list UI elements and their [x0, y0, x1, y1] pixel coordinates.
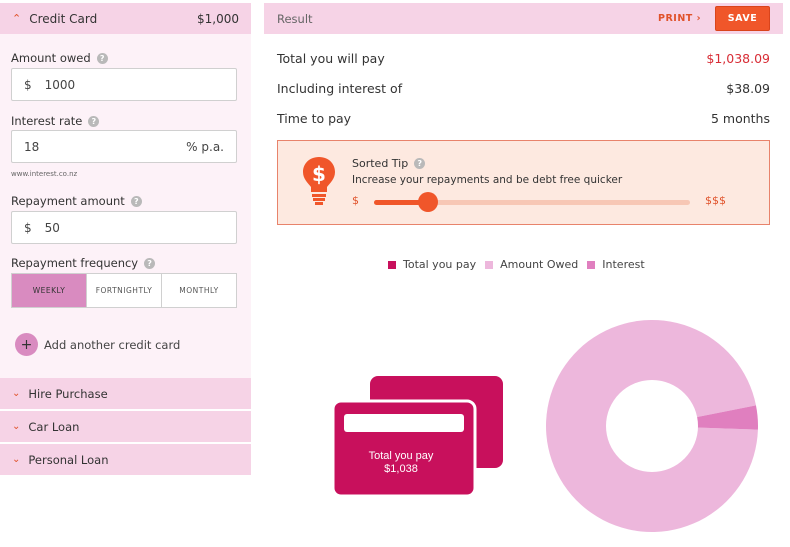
- help-icon[interactable]: ?: [130, 195, 142, 207]
- help-icon[interactable]: ?: [88, 115, 100, 127]
- interest-rate-input[interactable]: 18 % p.a.: [11, 130, 237, 163]
- help-icon[interactable]: ?: [144, 257, 156, 269]
- sorted-tip-box: $ Sorted Tip ? Increase your repayments …: [277, 140, 770, 225]
- donut-hole: [606, 380, 698, 472]
- total-value: $1,038.09: [706, 51, 770, 66]
- amount-owed-input[interactable]: $ 1000: [11, 68, 237, 101]
- frequency-weekly[interactable]: WEEKLY: [12, 274, 87, 307]
- help-icon[interactable]: ?: [414, 158, 426, 169]
- result-title: Result: [277, 11, 313, 26]
- chevron-down-icon: ⌄: [12, 454, 21, 465]
- repayment-slider-handle[interactable]: [418, 192, 438, 212]
- chart-legend: Total you pay Amount Owed Interest: [388, 258, 654, 271]
- slider-max-label: $$$: [705, 194, 726, 207]
- time-row: Time to pay 5 months: [277, 111, 770, 126]
- help-icon[interactable]: ?: [96, 52, 108, 64]
- tip-text: Increase your repayments and be debt fre…: [352, 174, 623, 186]
- chevron-down-icon: ⌄: [12, 421, 21, 432]
- legend-swatch: [485, 260, 494, 269]
- frequency-fortnightly[interactable]: FORTNIGHTLY: [87, 274, 162, 307]
- left-panel: ⌃ Credit Card $1,000 Amount owed ? $ 100…: [0, 0, 251, 476]
- frequency-monthly[interactable]: MONTHLY: [162, 274, 236, 307]
- chevron-right-icon: ›: [696, 13, 701, 24]
- lightbulb-dollar-icon: $: [303, 157, 335, 205]
- credit-card-amount: $1,000: [197, 11, 239, 26]
- credit-card-title: Credit Card: [29, 11, 98, 26]
- interest-rate-value: 18: [24, 139, 40, 154]
- repayment-amount-value: 50: [44, 220, 60, 235]
- add-credit-card-label: Add another credit card: [44, 337, 181, 352]
- total-row: Total you will pay $1,038.09: [277, 51, 770, 66]
- total-label: Total you will pay: [277, 51, 385, 66]
- credit-cards-graphic: Total you pay $1,038: [333, 376, 503, 496]
- interest-value: $38.09: [726, 81, 770, 96]
- repayment-amount-input[interactable]: $ 50: [11, 211, 237, 244]
- card-total-value: $1,038: [384, 463, 418, 475]
- accordion-personal-loan[interactable]: ⌄ Personal Loan: [0, 444, 251, 476]
- repayment-frequency-label: Repayment frequency ?: [11, 256, 156, 270]
- result-header: Result PRINT › SAVE: [264, 3, 783, 34]
- amount-owed-value: 1000: [44, 77, 76, 92]
- donut-chart: [546, 319, 758, 532]
- legend-swatch: [388, 260, 396, 269]
- slider-min-label: $: [352, 194, 359, 207]
- interest-label: Including interest of: [277, 81, 403, 96]
- save-button[interactable]: SAVE: [715, 6, 770, 31]
- svg-text:$: $: [312, 162, 326, 186]
- legend-swatch: [587, 260, 596, 269]
- accordion-car-loan[interactable]: ⌄ Car Loan: [0, 411, 251, 443]
- amount-owed-label: Amount owed ?: [11, 51, 108, 65]
- chevron-down-icon: ⌄: [12, 388, 21, 399]
- card-stripe: [344, 414, 464, 432]
- print-button[interactable]: PRINT ›: [658, 13, 701, 24]
- add-credit-card-button[interactable]: + Add another credit card: [15, 333, 180, 356]
- repayment-amount-label: Repayment amount ?: [11, 194, 142, 208]
- time-label: Time to pay: [277, 111, 352, 126]
- chevron-up-icon: ⌃: [12, 12, 22, 25]
- time-value: 5 months: [710, 111, 770, 126]
- plus-icon: +: [15, 333, 38, 356]
- legend-amount-owed: Amount Owed: [485, 258, 578, 271]
- interest-rate-label: Interest rate ?: [11, 114, 100, 128]
- tip-title: Sorted Tip ?: [352, 157, 426, 170]
- currency-prefix: $: [24, 220, 32, 235]
- currency-prefix: $: [24, 77, 32, 92]
- accordion-hire-purchase[interactable]: ⌄ Hire Purchase: [0, 378, 251, 410]
- interest-row: Including interest of $38.09: [277, 81, 770, 96]
- credit-card-header[interactable]: ⌃ Credit Card $1,000: [0, 3, 251, 34]
- interest-rate-suffix: % p.a.: [186, 139, 224, 154]
- repayment-frequency-toggle: WEEKLY FORTNIGHTLY MONTHLY: [11, 273, 237, 308]
- legend-interest: Interest: [587, 258, 645, 271]
- legend-total-you-pay: Total you pay: [388, 258, 476, 271]
- interest-source-link[interactable]: www.interest.co.nz: [11, 170, 77, 178]
- card-total-label: Total you pay: [369, 450, 434, 462]
